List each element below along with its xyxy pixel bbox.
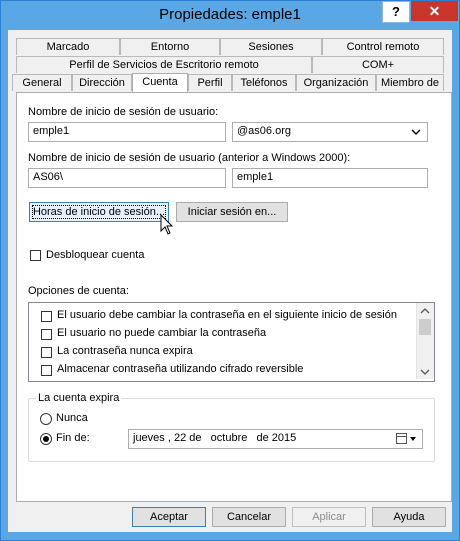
tab-miembro-de[interactable]: Miembro de xyxy=(376,74,444,91)
ok-button[interactable]: Aceptar xyxy=(132,507,206,527)
tab-marcado[interactable]: Marcado xyxy=(16,38,120,55)
end-date-radio[interactable] xyxy=(40,433,52,445)
chevron-up-icon[interactable] xyxy=(417,304,433,318)
tab-entorno[interactable]: Entorno xyxy=(120,38,220,55)
tab-com[interactable]: COM+ xyxy=(312,56,444,73)
tab-sesiones[interactable]: Sesiones xyxy=(220,38,322,55)
unlock-account-checkbox[interactable] xyxy=(30,250,41,261)
account-expires-label: La cuenta expira xyxy=(36,392,122,404)
never-radio[interactable] xyxy=(40,413,52,425)
end-date-picker[interactable]: jueves , 22 de octubre de 2015 xyxy=(128,429,423,449)
unlock-account-label: Desbloquear cuenta xyxy=(46,249,145,261)
option-checkbox[interactable] xyxy=(41,365,52,376)
scrollbar-thumb[interactable] xyxy=(419,319,431,335)
tab-cuenta[interactable]: Cuenta xyxy=(132,73,188,92)
tab-control-remoto[interactable]: Control remoto xyxy=(322,38,444,55)
option-label: El usuario debe cambiar la contraseña en… xyxy=(57,309,397,321)
chevron-down-icon[interactable] xyxy=(417,365,433,379)
pre2000-label: Nombre de inicio de sesión de usuario (a… xyxy=(28,152,351,164)
apply-button[interactable]: Aplicar xyxy=(292,507,366,527)
mouse-cursor-icon xyxy=(160,214,174,235)
tab-direccion[interactable]: Dirección xyxy=(72,74,132,91)
calendar-icon[interactable] xyxy=(396,433,418,445)
properties-window: Propiedades: emple1 ? ✕ Marcado Entorno … xyxy=(0,0,460,541)
pre2000-domain-input[interactable]: AS06\ xyxy=(28,168,226,188)
logon-to-button[interactable]: Iniciar sesión en... xyxy=(176,202,288,222)
option-checkbox[interactable] xyxy=(41,347,52,358)
option-checkbox[interactable] xyxy=(41,311,52,322)
account-options-list[interactable]: El usuario debe cambiar la contraseña en… xyxy=(28,302,435,382)
domain-suffix-select[interactable]: @as06.org xyxy=(232,122,428,142)
account-options-label: Opciones de cuenta: xyxy=(28,285,129,297)
tab-organizacion[interactable]: Organización xyxy=(296,74,376,91)
tab-perfil[interactable]: Perfil xyxy=(188,74,232,91)
pre2000-name-input[interactable]: emple1 xyxy=(232,168,428,188)
help-button[interactable]: Ayuda xyxy=(372,507,446,527)
never-label: Nunca xyxy=(56,412,88,424)
option-label: La contraseña nunca expira xyxy=(57,345,193,357)
tab-telefonos[interactable]: Teléfonos xyxy=(232,74,296,91)
option-label: Almacenar contraseña utilizando cifrado … xyxy=(57,363,304,375)
logon-hours-button[interactable]: Horas de inicio de sesión... xyxy=(29,202,169,222)
end-date-value: jueves , 22 de octubre de 2015 xyxy=(133,432,297,444)
logon-name-label: Nombre de inicio de sesión de usuario: xyxy=(28,106,219,118)
domain-suffix-value: @as06.org xyxy=(237,125,291,137)
dialog-client: Marcado Entorno Sesiones Control remoto … xyxy=(8,30,452,532)
end-date-label: Fin de: xyxy=(56,432,90,444)
title-bar[interactable]: Propiedades: emple1 ? ✕ xyxy=(1,1,459,29)
option-label: El usuario no puede cambiar la contraseñ… xyxy=(57,327,267,339)
cancel-button[interactable]: Cancelar xyxy=(212,507,286,527)
chevron-down-icon xyxy=(411,129,421,135)
tab-perfil-escritorio-remoto[interactable]: Perfil de Servicios de Escritorio remoto xyxy=(16,56,312,73)
close-icon[interactable]: ✕ xyxy=(411,1,458,21)
option-checkbox[interactable] xyxy=(41,329,52,340)
help-icon[interactable]: ? xyxy=(382,1,410,23)
options-scrollbar[interactable] xyxy=(416,303,434,379)
logon-name-input[interactable]: emple1 xyxy=(28,122,226,142)
tab-general[interactable]: General xyxy=(12,74,72,91)
